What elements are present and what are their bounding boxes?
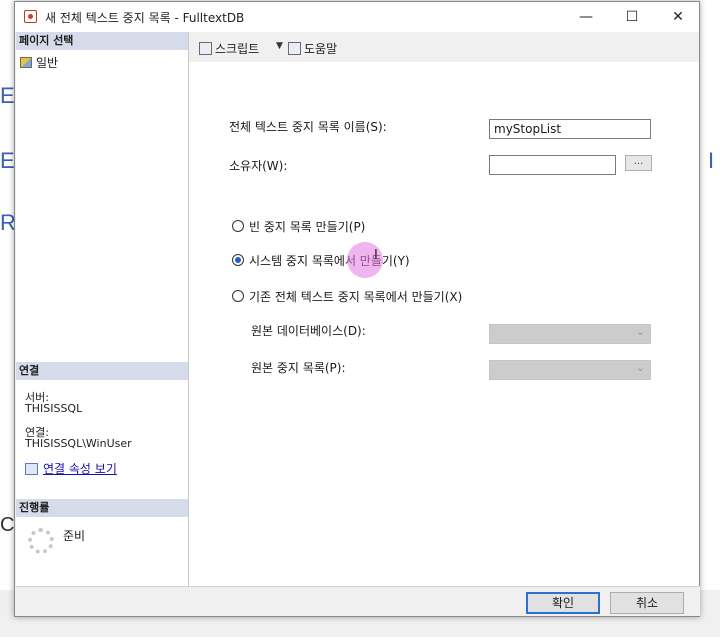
- toolbar: 스크립트 ▼ 도움말: [189, 32, 699, 62]
- page-item-general-label: 일반: [36, 56, 59, 70]
- close-button[interactable]: ✕: [655, 2, 701, 32]
- main-panel: 전체 텍스트 중지 목록 이름(S): 소유자(W): ... 빈 중지 목록 …: [189, 62, 699, 586]
- background-glyph-1: E: [0, 83, 15, 108]
- stoplist-name-input[interactable]: [489, 119, 651, 139]
- radio-existing-stoplist[interactable]: [232, 290, 244, 302]
- stoplist-name-label: 전체 텍스트 중지 목록 이름(S):: [229, 120, 387, 134]
- background-glyph-2: E: [0, 148, 15, 173]
- script-button[interactable]: 스크립트: [199, 40, 259, 57]
- connection-properties-icon: [25, 463, 38, 475]
- source-stoplist-label: 원본 중지 목록(P):: [251, 361, 346, 375]
- maximize-button[interactable]: ☐: [609, 2, 655, 32]
- help-button[interactable]: 도움말: [288, 40, 337, 57]
- progress-header: 진행률: [16, 499, 188, 517]
- view-connection-properties-label: 연결 속성 보기: [43, 462, 117, 476]
- progress-status: 준비: [63, 529, 86, 543]
- app-icon: [24, 10, 37, 23]
- cancel-button[interactable]: 취소: [610, 592, 684, 614]
- owner-input[interactable]: [489, 155, 616, 175]
- background-glyph-4: I: [708, 148, 715, 173]
- ok-button[interactable]: 확인: [526, 592, 600, 614]
- view-connection-properties-link[interactable]: 연결 속성 보기: [25, 460, 117, 477]
- stoplist-dialog: 새 전체 텍스트 중지 목록 - FulltextDB — ☐ ✕ 페이지 선택…: [14, 1, 700, 617]
- connection-value: THISISSQL\WinUser: [25, 437, 132, 450]
- source-database-label: 원본 데이터베이스(D):: [251, 324, 366, 338]
- script-label: 스크립트: [215, 42, 260, 56]
- owner-label: 소유자(W):: [229, 159, 288, 173]
- source-database-combo: [489, 324, 651, 344]
- window-title: 새 전체 텍스트 중지 목록 - FulltextDB: [45, 11, 245, 25]
- title-bar[interactable]: 새 전체 텍스트 중지 목록 - FulltextDB — ☐ ✕: [15, 2, 699, 32]
- minimize-button[interactable]: —: [563, 2, 609, 32]
- owner-browse-button[interactable]: ...: [625, 155, 652, 171]
- general-page-icon: [20, 57, 32, 68]
- radio-empty-stoplist[interactable]: [232, 220, 244, 232]
- help-icon: [288, 42, 301, 55]
- page-select-header: 페이지 선택: [16, 32, 188, 50]
- left-panel: 페이지 선택 일반 연결 서버: THISISSQL 연결: THISISSQL…: [16, 32, 189, 586]
- server-value: THISISSQL: [25, 402, 83, 415]
- background-glyph-5: C: [0, 514, 15, 536]
- script-dropdown-icon[interactable]: ▼: [276, 41, 283, 51]
- page-item-general[interactable]: 일반: [20, 54, 58, 71]
- help-label: 도움말: [304, 42, 338, 56]
- radio-system-stoplist-label[interactable]: 시스템 중지 목록에서 만들기(Y): [249, 252, 410, 269]
- ibeam-cursor-icon: I: [374, 248, 378, 263]
- script-icon: [199, 42, 212, 55]
- radio-system-stoplist[interactable]: [232, 254, 244, 266]
- connection-header: 연결: [16, 362, 188, 380]
- radio-empty-stoplist-label[interactable]: 빈 중지 목록 만들기(P): [249, 218, 365, 235]
- source-stoplist-combo: [489, 360, 651, 380]
- progress-spinner-icon: [28, 528, 54, 554]
- radio-existing-stoplist-label[interactable]: 기존 전체 텍스트 중지 목록에서 만들기(X): [249, 288, 462, 305]
